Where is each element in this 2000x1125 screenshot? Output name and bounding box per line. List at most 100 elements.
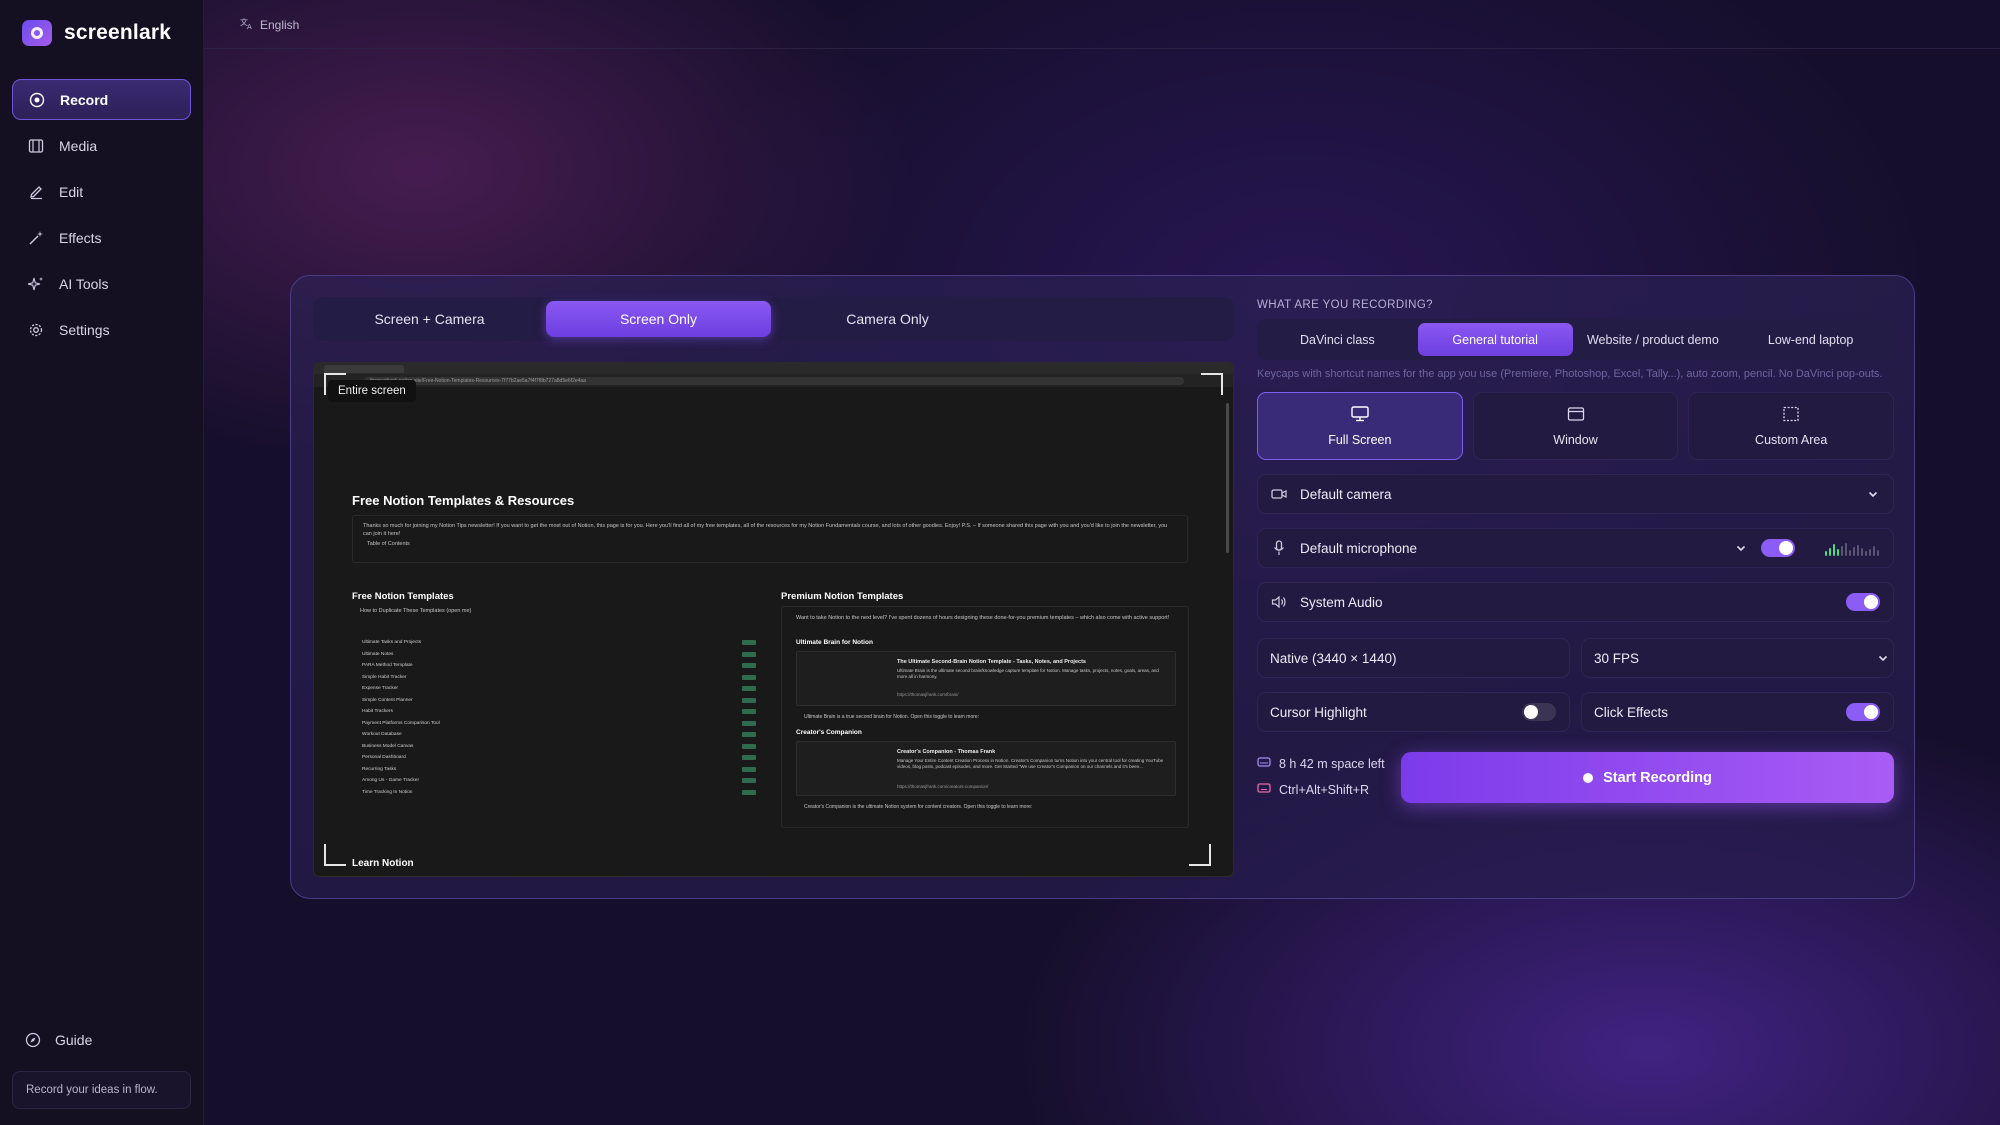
microphone-value[interactable]: Default microphone (1300, 541, 1417, 556)
preview-cc-toggle: Creator's Companion is the ultimate Noti… (804, 804, 1033, 810)
sidebar-item-label: Record (60, 91, 109, 108)
sidebar-item-edit[interactable]: Edit (12, 171, 191, 212)
source-custom-area-button[interactable]: Custom Area (1688, 392, 1895, 460)
meter-bar (1869, 549, 1871, 556)
preview-template-tag (742, 709, 756, 715)
preview-ub-card: The Ultimate Second-Brain Notion Templat… (796, 651, 1176, 706)
preview-template-tag (742, 743, 756, 749)
brand[interactable]: screenlark (22, 20, 171, 46)
meter-bar (1849, 550, 1851, 556)
tab-camera-only[interactable]: Camera Only (775, 301, 1000, 337)
system-audio-label: System Audio (1300, 594, 1383, 610)
system-audio-row: System Audio (1257, 582, 1894, 622)
guide-label: Guide (55, 1032, 93, 1048)
resolution-value: Native (3440 × 1440) (1270, 650, 1397, 666)
preview-browser-tabbar (314, 363, 1233, 374)
preview-template-row: Simple Habit Tracker (362, 672, 756, 684)
sidebar-item-label: Settings (59, 321, 110, 338)
chevron-down-icon (1877, 652, 1889, 667)
preview-template-row: Payment Platforms Comparison Tool (362, 718, 756, 730)
preview-template-name: Ultimate Tasks and Projects (362, 640, 422, 646)
preview-ub-card-title: The Ultimate Second-Brain Notion Templat… (897, 659, 1086, 665)
preview-url: thomasfrank.notion.site/Free-Notion-Temp… (364, 376, 1184, 385)
start-recording-button[interactable]: Start Recording (1401, 752, 1894, 803)
microphone-level-meter (1825, 542, 1879, 556)
language-selector[interactable]: 文A English (240, 16, 299, 33)
preview-template-tag (742, 697, 756, 703)
screen-preview[interactable]: thomasfrank.notion.site/Free-Notion-Temp… (313, 362, 1234, 877)
preview-cc-heading: Creator's Companion (796, 729, 862, 736)
record-icon (28, 91, 46, 109)
camera-select[interactable]: Default camera (1257, 474, 1894, 514)
click-effects-row: Click Effects (1581, 692, 1894, 732)
preset-general-tutorial[interactable]: General tutorial (1417, 323, 1573, 356)
preview-template-row: Personal Dashboard (362, 752, 756, 764)
preset-low-end-laptop[interactable]: Low-end laptop (1733, 323, 1888, 356)
screenlark-logo-icon (22, 20, 52, 46)
preview-template-row: Business Model Canvas (362, 741, 756, 753)
toggle-knob (1864, 595, 1878, 609)
source-window-button[interactable]: Window (1472, 392, 1679, 460)
preview-template-name: Simple Content Planner (362, 697, 413, 703)
sidebar: screenlark Record Media Edit Effects AI … (0, 0, 204, 1125)
media-icon (27, 137, 45, 155)
speaker-icon (1270, 593, 1288, 611)
preview-template-name: Personal Dashboard (362, 755, 406, 761)
meter-bar (1833, 544, 1835, 556)
preview-template-name: Simple Habit Tracker (362, 674, 407, 680)
capture-corner (1201, 373, 1223, 395)
preview-template-tag (742, 732, 756, 738)
sidebar-item-effects[interactable]: Effects (12, 217, 191, 258)
preview-cc-card-desc: Manage Your Entire Content Creation Proc… (897, 758, 1164, 769)
preview-scrollbar (1226, 403, 1229, 553)
compass-icon (24, 1031, 42, 1049)
preview-template-row: Ultimate Notes (362, 649, 756, 661)
sidebar-item-ai-tools[interactable]: AI Tools (12, 263, 191, 304)
preview-template-name: Payment Platforms Comparison Tool (362, 720, 440, 726)
preview-template-name: Time Tracking In Notion (362, 789, 413, 795)
preview-template-name: Among Us - Game Tracker (362, 778, 420, 784)
app-name: screenlark (64, 21, 172, 44)
dashed-area-icon (1782, 406, 1800, 425)
preview-template-tag (742, 651, 756, 657)
sidebar-nav: Record Media Edit Effects AI Tools Setti… (12, 79, 191, 355)
preview-template-name: Habit Trackers (362, 709, 393, 715)
preset-tabs: DaVinci class General tutorial Website /… (1257, 319, 1894, 360)
system-audio-toggle[interactable] (1846, 593, 1880, 611)
top-bar: 文A English (204, 0, 2000, 49)
preview-template-row: Ultimate Tasks and Projects (362, 637, 756, 649)
preview-template-tag (742, 640, 756, 646)
guide-link[interactable]: Guide (24, 1031, 92, 1049)
monitor-icon (1351, 405, 1369, 425)
sidebar-item-label: Media (59, 137, 98, 154)
tab-screen-camera[interactable]: Screen + Camera (317, 301, 542, 337)
recording-question: WHAT ARE YOU RECORDING? (1257, 299, 1433, 311)
preview-template-row: Habit Trackers (362, 706, 756, 718)
tab-screen-only[interactable]: Screen Only (546, 301, 771, 337)
fps-select[interactable]: 30 FPS (1581, 638, 1894, 678)
click-effects-toggle[interactable] (1846, 703, 1880, 721)
preset-davinci-class[interactable]: DaVinci class (1260, 323, 1415, 356)
source-full-screen-button[interactable]: Full Screen (1257, 392, 1463, 460)
meter-bar (1877, 550, 1879, 556)
sidebar-item-media[interactable]: Media (12, 125, 191, 166)
preview-premium-heading: Premium Notion Templates (781, 591, 904, 602)
window-icon (1567, 406, 1585, 425)
sidebar-item-settings[interactable]: Settings (12, 309, 191, 350)
cursor-highlight-toggle[interactable] (1522, 703, 1556, 721)
preset-website-product-demo[interactable]: Website / product demo (1576, 323, 1731, 356)
meter-bar (1857, 545, 1859, 556)
toggle-knob (1864, 705, 1878, 719)
shortcut-text: Ctrl+Alt+Shift+R (1279, 782, 1369, 797)
resolution-field[interactable]: Native (3440 × 1440) (1257, 638, 1570, 678)
meter-bar (1829, 548, 1831, 556)
preview-browser-toolbar: thomasfrank.notion.site/Free-Notion-Temp… (314, 374, 1233, 387)
recording-panel: Screen + Camera Screen Only Camera Only … (290, 275, 1915, 899)
sidebar-item-record[interactable]: Record (12, 79, 191, 120)
preview-template-tag (742, 766, 756, 772)
capture-corner (1189, 844, 1211, 866)
ai-sparkle-icon (27, 275, 45, 293)
microphone-toggle[interactable] (1761, 539, 1795, 557)
preview-template-tag (742, 686, 756, 692)
microphone-chevron-down-icon[interactable] (1735, 542, 1747, 557)
